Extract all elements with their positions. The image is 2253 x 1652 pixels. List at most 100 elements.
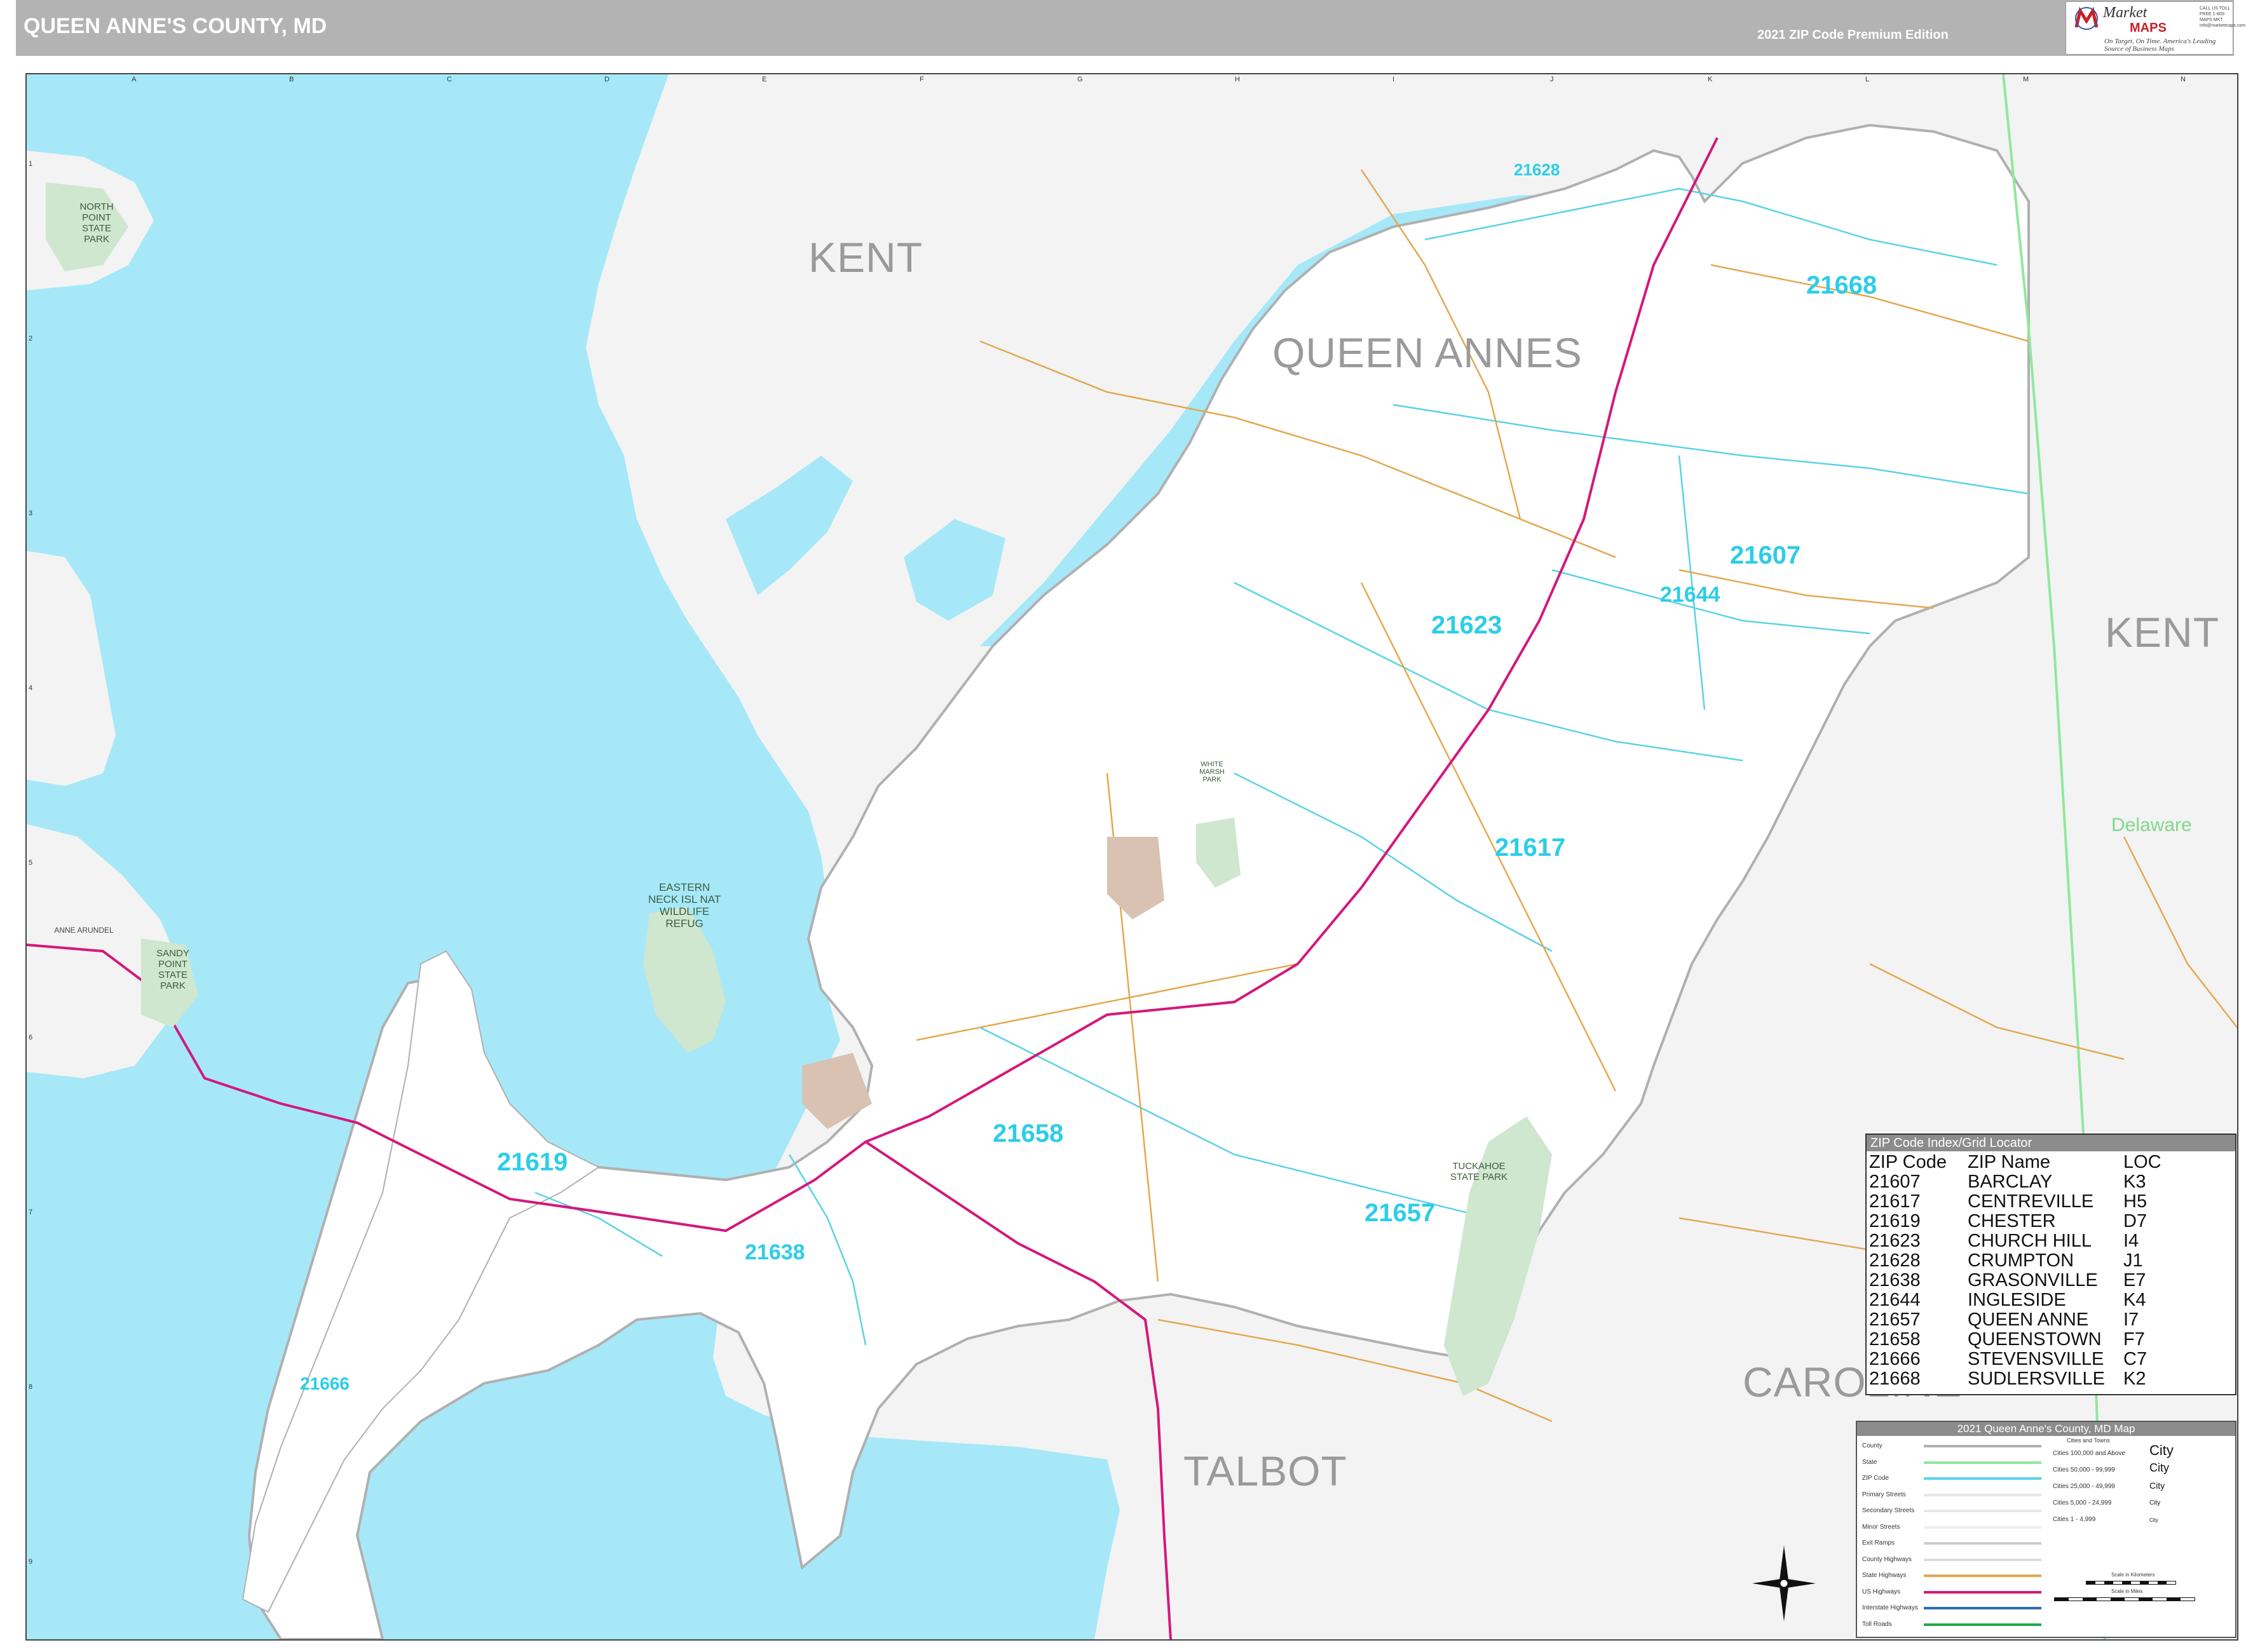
zip-index-zip: 21607 [1869,1172,1921,1192]
legend-item-label: Secondary Streets [1862,1507,1915,1514]
market-maps-logo[interactable]: Market MAPS On Target, On Time. America'… [2066,1,2246,55]
legend-city-sample: City [2149,1480,2165,1491]
legend-city-sample: City [2149,1500,2161,1506]
legend-item-label: State [1862,1458,1877,1466]
map-legend: 2021 Queen Anne's County, MD Map Cities … [1856,1421,2236,1638]
grid-number: 5 [29,859,33,867]
zip-index-loc: K2 [2123,1369,2146,1389]
zip-index-zip: 21658 [1869,1329,1921,1350]
grid-letter: N [2181,76,2186,83]
zip-index-loc: D7 [2123,1211,2147,1231]
zip-index-name: SUDLERSVILLE [1968,1369,2105,1389]
legend-item-label: Toll Roads [1862,1620,1892,1628]
grid-letter: M [2023,76,2029,83]
legend-line-swatch [1924,1526,2041,1529]
logo-m-icon [2074,6,2099,30]
legend-line-swatch [1924,1574,2041,1577]
legend-line-swatch [1924,1510,2041,1512]
zip-index-zip: 21619 [1869,1211,1921,1231]
legend-item-label: County Highways [1862,1555,1912,1563]
zip-index-loc: J1 [2123,1250,2143,1271]
grid-letter: D [604,76,609,83]
legend-city-sample: City [2149,1461,2169,1474]
zip-code-index: ZIP Code Index/Grid Locator ZIP Code ZIP… [1865,1134,2236,1395]
zip-label: 21607 [1730,541,1801,569]
park-label-eastern-neck: EASTERN NECK ISL NAT WILDLIFE REFUG [648,881,721,930]
logo-maps-text: MAPS [2130,21,2167,35]
legend-item-label: US Highways [1862,1588,1901,1595]
zip-index-loc: E7 [2123,1270,2146,1290]
zip-index-loc: I4 [2123,1231,2139,1251]
zip-index-row: 21657 QUEEN ANNE I7 [1869,1310,2161,1330]
legend-line-swatch [1924,1607,2041,1609]
region-label-talbot: TALBOT [1183,1447,1347,1494]
zip-index-zip: 21628 [1869,1250,1921,1271]
park-label-tuckahoe: TUCKAHOE STATE PARK [1450,1161,1508,1182]
zip-index-name: CENTREVILLE [1968,1191,2094,1212]
legend-scale-km: Scale in Kilometers [2111,1572,2155,1578]
map-canvas[interactable]: KENT QUEEN ANNES KENT TALBOT CAROLINE De… [25,73,2238,1641]
legend-line-swatch [1924,1542,2041,1545]
zip-index-name: CRUMPTON [1968,1250,2074,1271]
zip-index-zip: 21657 [1869,1310,1921,1330]
legend-title: 2021 Queen Anne's County, MD Map [1857,1422,2235,1436]
zip-index-row: 21628 CRUMPTON J1 [1869,1251,2161,1271]
grid-number: 4 [29,684,33,692]
county-label-anne-arundel: ANNE ARUNDEL [54,926,114,935]
zip-index-header-loc: LOC [2123,1152,2161,1172]
grid-letter: H [1235,76,1240,83]
zip-label: 21644 [1660,583,1720,607]
legend-city-label: Cities 50,000 - 99,999 [2053,1466,2115,1473]
zip-index-loc: H5 [2123,1191,2147,1212]
zip-index-row: 21668 SUDLERSVILLE K2 [1869,1369,2161,1389]
title-bar: QUEEN ANNE'S COUNTY, MD 2021 ZIP Code Pr… [16,0,2246,56]
zip-index-loc: K4 [2123,1290,2146,1310]
legend-line-swatch [1924,1477,2041,1480]
zip-label: 21657 [1365,1199,1436,1227]
zip-label: 21658 [993,1120,1064,1148]
map-title: QUEEN ANNE'S COUNTY, MD [24,14,327,38]
zip-index-row: 21644 INGLESIDE K4 [1869,1290,2161,1310]
park-label-white-marsh: WHITE MARSH PARK [1199,761,1225,783]
zip-index-name: QUEENSTOWN [1968,1329,2102,1350]
zip-index-loc: K3 [2123,1172,2146,1192]
legend-line-swatch [1924,1493,2041,1496]
map-edition: 2021 ZIP Code Premium Edition [1757,28,1949,42]
zip-label: 21638 [745,1240,805,1264]
legend-item-label: County [1862,1442,1882,1449]
park-label-sandy-point: SANDY POINT STATE PARK [156,948,189,991]
zip-index-name: BARCLAY [1968,1172,2053,1192]
zip-index-row: 21666 STEVENSVILLE C7 [1869,1350,2161,1369]
zip-index-zip: 21666 [1869,1349,1921,1369]
zip-label: 21619 [497,1148,568,1176]
zip-index-zip: 21668 [1869,1369,1921,1389]
legend-scale-mi: Scale in Miles [2111,1588,2143,1594]
legend-city-label: Cities 100,000 and Above [2053,1450,2125,1457]
grid-letter: F [920,76,924,83]
grid-number: 2 [29,335,33,342]
grid-number: 6 [29,1034,33,1041]
zip-index-loc: C7 [2123,1349,2147,1369]
zip-index-zip: 21644 [1869,1290,1921,1310]
logo-script-text: Market [2103,4,2147,21]
legend-item-label: Exit Ramps [1862,1540,1895,1547]
zip-label: 21617 [1495,834,1566,862]
zip-index-row: 21617 CENTREVILLE H5 [1869,1192,2161,1212]
legend-city-sample: City [2149,1517,2158,1523]
legend-line-swatch [1924,1590,2041,1594]
legend-city-label: Cities 1 - 4,999 [2053,1516,2096,1523]
grid-letter: G [1077,76,1083,83]
zip-label: 21666 [300,1374,350,1393]
zip-label: 21623 [1431,611,1502,639]
grid-letter: L [1865,76,1870,83]
zip-index-table: ZIP Code ZIP Name LOC 21607 BARCLAY K3 2161… [1869,1153,2161,1389]
scale-bar-mi [2054,1597,2195,1601]
legend-line-swatch [1924,1623,2041,1626]
zip-index-row: 21619 CHESTER D7 [1869,1212,2161,1231]
grid-letter: E [762,76,767,83]
region-label-queen-annes: QUEEN ANNES [1272,329,1583,376]
compass-rose-icon [1752,1545,1816,1622]
logo-contact: CALL US TOLL FREE 1-800-MAPS MKT info@ma… [2200,6,2246,28]
region-label-kent-east: KENT [2105,609,2220,656]
scale-bar-km [2086,1581,2176,1585]
